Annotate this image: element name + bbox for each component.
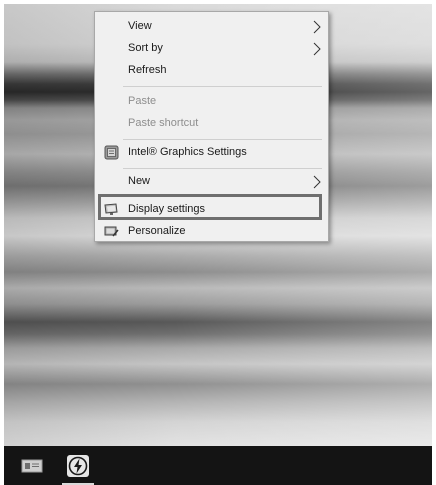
menu-item-label: Personalize	[128, 225, 186, 237]
menu-separator	[123, 168, 322, 169]
menu-item-label: View	[128, 20, 152, 32]
menu-item-paste-shortcut: Paste shortcut	[95, 113, 328, 135]
menu-item-personalize[interactable]: Personalize	[95, 221, 328, 243]
taskbar-lightning-app-button[interactable]	[56, 446, 100, 485]
desktop-screen: View Sort by Refresh Paste Paste shortcu…	[4, 4, 432, 485]
menu-item-label: Refresh	[128, 64, 167, 76]
chevron-right-icon	[313, 20, 321, 34]
menu-item-sort-by[interactable]: Sort by	[95, 38, 328, 60]
menu-item-view[interactable]: View	[95, 16, 328, 38]
display-settings-highlight-box	[98, 194, 322, 220]
desktop-context-menu: View Sort by Refresh Paste Paste shortcu…	[94, 11, 329, 242]
menu-separator	[123, 139, 322, 140]
menu-item-new[interactable]: New	[95, 171, 328, 193]
menu-item-label: Sort by	[128, 42, 163, 54]
menu-item-paste: Paste	[95, 91, 328, 113]
menu-separator	[123, 86, 322, 87]
personalize-icon	[104, 226, 119, 237]
intel-graphics-icon	[104, 145, 119, 160]
lightning-app-icon	[67, 454, 89, 477]
taskbar-app-button[interactable]	[10, 446, 54, 485]
taskbar	[4, 446, 432, 485]
menu-item-label: Paste	[128, 95, 157, 107]
menu-item-refresh[interactable]: Refresh	[95, 60, 328, 82]
menu-item-intel-graphics-settings[interactable]: Intel® Graphics Settings	[95, 142, 328, 164]
menu-item-label: New	[128, 175, 151, 187]
chevron-right-icon	[313, 175, 321, 189]
menu-item-label: Intel® Graphics Settings	[128, 146, 247, 158]
app-window-icon	[21, 459, 43, 472]
chevron-right-icon	[313, 42, 321, 56]
menu-item-label: Paste shortcut	[128, 117, 199, 129]
